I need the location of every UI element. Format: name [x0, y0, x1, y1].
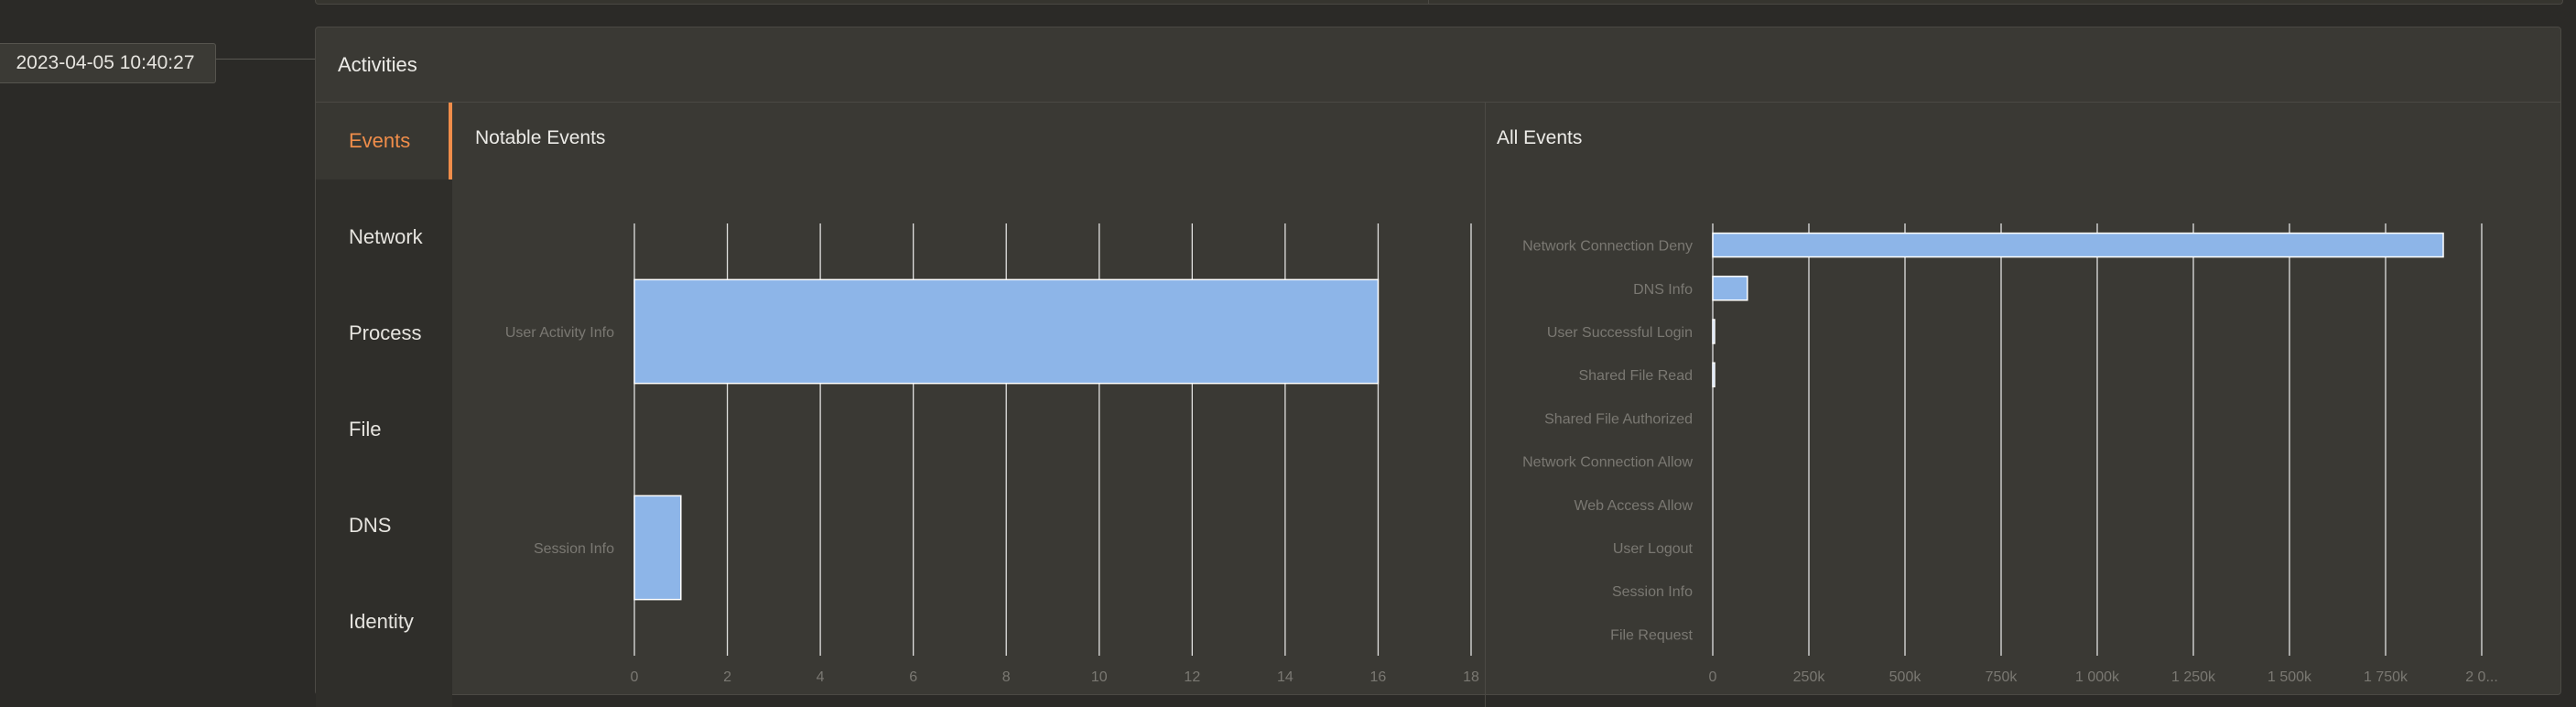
notable-events-title: Notable Events [475, 127, 606, 148]
tab-label: Identity [349, 610, 414, 633]
x-tick-label: 12 [1184, 669, 1200, 685]
tab-identity[interactable]: Identity [316, 583, 452, 660]
tab-dns[interactable]: DNS [316, 487, 452, 564]
timeline-timestamp[interactable]: 2023-04-05 10:40:27 [0, 43, 216, 83]
x-tick-label: 18 [1463, 669, 1479, 685]
x-tick-label: 14 [1277, 669, 1293, 685]
category-label: File Request [1610, 627, 1693, 643]
category-label: Session Info [534, 541, 614, 557]
category-label: Shared File Authorized [1544, 411, 1693, 427]
all-events-chart: 0 250k 500k 750k 1 000k 1 250k 1 500k 1 750k 2 0… [1522, 223, 2498, 685]
tab-file[interactable]: File [316, 391, 452, 468]
category-label: User Logout [1613, 541, 1694, 557]
x-tick-label: 16 [1370, 669, 1387, 685]
x-tick-label: 500k [1889, 669, 1922, 685]
x-tick-label: 1 250k [2171, 669, 2216, 685]
activities-panel: Activities Events Network Process File D… [315, 27, 2561, 707]
bar [633, 278, 1380, 385]
activities-sidebar: Events Network Process File DNS Identity [316, 103, 452, 707]
tab-label: File [349, 418, 382, 441]
all-events-title: All Events [1497, 127, 1583, 148]
bar [1712, 362, 1716, 387]
tab-label: DNS [349, 514, 392, 537]
panel-header: Activities [316, 27, 2560, 103]
category-label: User Activity Info [505, 325, 614, 341]
x-tick-label: 2 0... [2465, 669, 2498, 685]
x-tick-label: 6 [909, 669, 917, 685]
x-tick-label: 0 [631, 669, 639, 685]
category-label: DNS Info [1633, 282, 1693, 298]
tab-network[interactable]: Network [316, 199, 452, 276]
category-label: Web Access Allow [1574, 498, 1693, 514]
category-label: Network Connection Allow [1522, 455, 1693, 471]
x-tick-label: 750k [1986, 669, 2019, 685]
previous-panel-edge [315, 0, 2563, 5]
x-tick-label: 1 750k [2364, 669, 2408, 685]
bar [1712, 232, 2444, 258]
x-tick-label: 250k [1793, 669, 1826, 685]
panel-divider [1428, 0, 1429, 4]
category-label: Network Connection Deny [1522, 239, 1693, 255]
x-tick-label: 1 500k [2268, 669, 2312, 685]
tab-process[interactable]: Process [316, 295, 452, 372]
x-tick-label: 1 000k [2075, 669, 2120, 685]
x-tick-label: 4 [817, 669, 825, 685]
notable-events-chart: 0 2 4 6 8 10 12 14 16 18 User Activity Info Session… [505, 223, 1479, 685]
bar [1712, 319, 1716, 344]
tab-events[interactable]: Events [316, 103, 452, 179]
x-tick-label: 2 [723, 669, 731, 685]
timeline-connector [216, 59, 315, 60]
tab-label: Network [349, 225, 423, 248]
category-label: Session Info [1612, 584, 1693, 600]
x-tick-label: 0 [1709, 669, 1717, 685]
x-tick-label: 8 [1002, 669, 1011, 685]
category-label: Shared File Read [1578, 368, 1693, 384]
tab-label: Process [349, 321, 422, 344]
bar [1712, 276, 1748, 301]
bar [633, 495, 682, 601]
tab-label: Events [349, 129, 411, 152]
category-label: User Successful Login [1547, 325, 1693, 341]
panel-title: Activities [338, 52, 417, 76]
x-tick-label: 10 [1091, 669, 1108, 685]
